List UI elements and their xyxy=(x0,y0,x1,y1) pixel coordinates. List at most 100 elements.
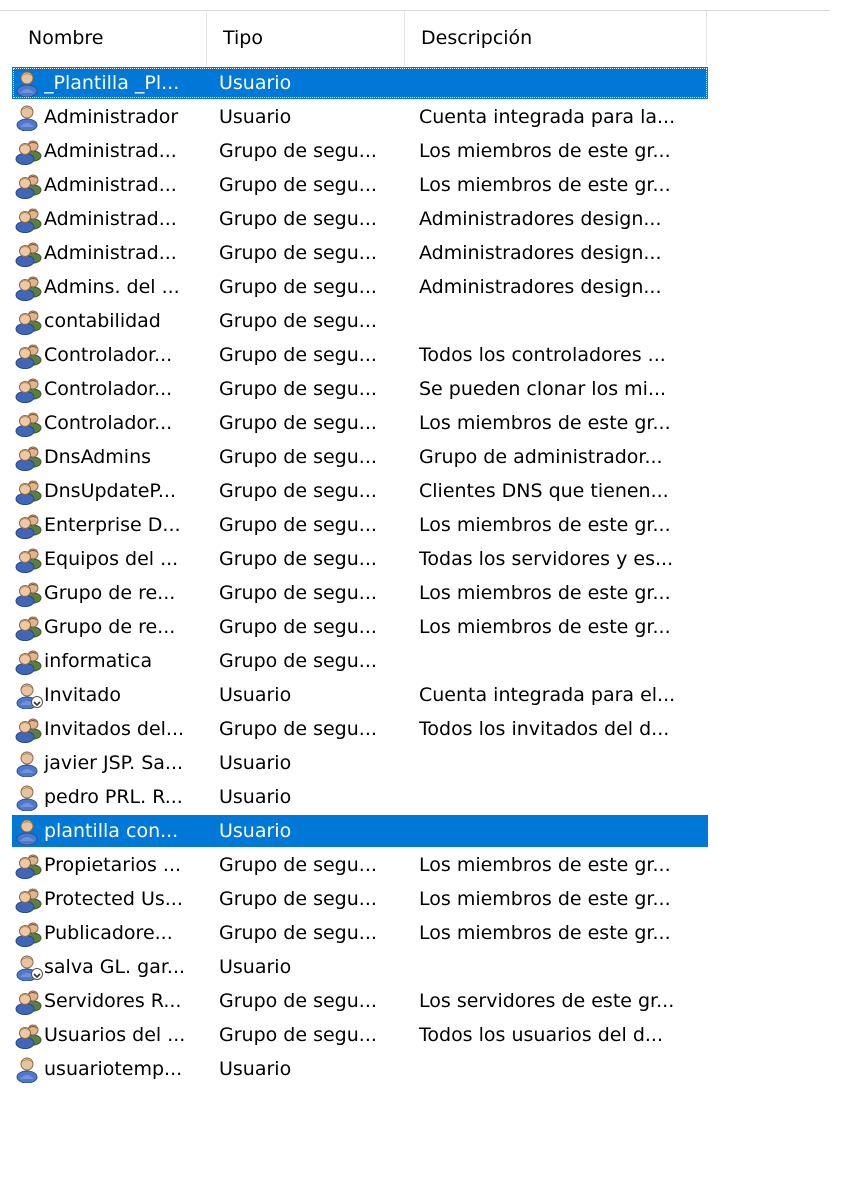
table-row[interactable]: Equipos del ... Grupo de segu... Todas los… xyxy=(0,542,852,576)
group-icon xyxy=(14,239,44,267)
table-row[interactable]: informatica Grupo de segu... xyxy=(0,644,852,678)
table-row[interactable]: Administrad... Grupo de segu... Administra… xyxy=(0,202,852,236)
group-icon xyxy=(14,273,44,301)
cell-description: Los miembros de este gr... xyxy=(419,582,671,604)
user-icon xyxy=(14,103,44,132)
table-row[interactable]: Admins. del ... Grupo de segu... Administr… xyxy=(0,270,852,304)
table-row[interactable]: Administrador Usuario Cuenta integrada par… xyxy=(0,100,852,134)
cell-name: contabilidad xyxy=(44,310,161,332)
cell-type: Grupo de segu... xyxy=(219,310,377,332)
cell-name: Equipos del ... xyxy=(44,548,179,570)
cell-name: pedro PRL. R... xyxy=(44,786,183,808)
cell-type: Grupo de segu... xyxy=(219,650,377,672)
group-icon xyxy=(14,409,44,437)
column-header-description[interactable]: Descripción xyxy=(405,11,707,66)
cell-description: Todos los controladores ... xyxy=(419,344,666,366)
table-row[interactable]: _Plantilla _Pl... Usuario xyxy=(0,66,852,100)
table-row[interactable]: DnsUpdateP... Grupo de segu... Clientes DN… xyxy=(0,474,852,508)
user-icon xyxy=(14,1055,44,1084)
cell-description: Todas los servidores y es... xyxy=(419,548,674,570)
cell-description: Los miembros de este gr... xyxy=(419,412,671,434)
cell-description xyxy=(419,1052,709,1086)
cell-description: Los miembros de este gr... xyxy=(419,140,671,162)
list-header: Nombre Tipo Descripción xyxy=(0,11,710,66)
table-row[interactable]: Controlador... Grupo de segu... Los miembr… xyxy=(0,406,852,440)
cell-type: Grupo de segu... xyxy=(219,1024,377,1046)
cell-type: Grupo de segu... xyxy=(219,922,377,944)
cell-type: Usuario xyxy=(219,956,292,978)
cell-description: Administradores design... xyxy=(419,242,662,264)
group-icon xyxy=(14,919,44,947)
cell-description: Todos los invitados del d... xyxy=(419,718,670,740)
table-row[interactable]: pedro PRL. R... Usuario xyxy=(0,780,852,814)
table-row[interactable]: Administrad... Grupo de segu... Administra… xyxy=(0,236,852,270)
column-header-name[interactable]: Nombre xyxy=(12,11,207,66)
group-icon xyxy=(14,647,44,675)
table-row[interactable]: Grupo de re... Grupo de segu... Los miembr… xyxy=(0,610,852,644)
cell-description: Grupo de administrador... xyxy=(419,446,663,468)
cell-type: Grupo de segu... xyxy=(219,140,377,162)
table-row[interactable]: Enterprise D... Grupo de segu... Los miemb… xyxy=(0,508,852,542)
group-icon xyxy=(14,205,44,233)
cell-type: Grupo de segu... xyxy=(219,174,377,196)
cell-type: Grupo de segu... xyxy=(219,888,377,910)
table-row[interactable]: Grupo de re... Grupo de segu... Los miembr… xyxy=(0,576,852,610)
cell-type: Usuario xyxy=(219,820,292,842)
cell-description xyxy=(419,644,709,678)
cell-name: usuariotemp... xyxy=(44,1058,183,1080)
cell-name: javier JSP. Sa... xyxy=(44,752,184,774)
group-icon xyxy=(14,885,44,913)
table-row[interactable]: Protected Us... Grupo de segu... Los miemb… xyxy=(0,882,852,916)
table-row[interactable]: salva GL. gar... Usuario xyxy=(0,950,852,984)
table-row[interactable]: Invitado Usuario Cuenta integrada para el.… xyxy=(0,678,852,712)
table-row[interactable]: DnsAdmins Grupo de segu... Grupo de admini… xyxy=(0,440,852,474)
table-row[interactable]: Controlador... Grupo de segu... Se pueden … xyxy=(0,372,852,406)
table-row[interactable]: Servidores R... Grupo de segu... Los servi… xyxy=(0,984,852,1018)
cell-name: Protected Us... xyxy=(44,888,183,910)
cell-description xyxy=(419,746,709,780)
cell-name: plantilla con... xyxy=(44,820,179,842)
table-row[interactable]: contabilidad Grupo de segu... xyxy=(0,304,852,338)
group-icon xyxy=(14,341,44,369)
object-list-view[interactable]: Nombre Tipo Descripción _Plantilla _Pl..… xyxy=(0,0,852,1198)
cell-description: Clientes DNS que tienen... xyxy=(419,480,669,502)
group-icon xyxy=(14,1021,44,1049)
group-icon xyxy=(14,477,44,505)
cell-name: Controlador... xyxy=(44,412,173,434)
table-row[interactable]: Administrad... Grupo de segu... Los miembr… xyxy=(0,134,852,168)
group-icon xyxy=(14,511,44,539)
user-icon xyxy=(14,783,44,812)
table-row[interactable]: plantilla con... Usuario xyxy=(0,814,852,848)
user-icon xyxy=(14,749,44,778)
cell-description: Todos los usuarios del d... xyxy=(419,1024,663,1046)
table-row[interactable]: Controlador... Grupo de segu... Todos los … xyxy=(0,338,852,372)
cell-type: Grupo de segu... xyxy=(219,514,377,536)
cell-description xyxy=(419,304,709,338)
table-row[interactable]: Invitados del... Grupo de segu... Todos lo… xyxy=(0,712,852,746)
table-row[interactable]: Publicadore... Grupo de segu... Los miembr… xyxy=(0,916,852,950)
cell-name: Administrad... xyxy=(44,174,177,196)
group-icon xyxy=(14,443,44,471)
cell-type: Grupo de segu... xyxy=(219,276,377,298)
table-row[interactable]: Administrad... Grupo de segu... Los miembr… xyxy=(0,168,852,202)
cell-name: Administrad... xyxy=(44,140,177,162)
cell-type: Usuario xyxy=(219,684,292,706)
cell-type: Grupo de segu... xyxy=(219,480,377,502)
cell-type: Usuario xyxy=(219,72,292,94)
table-row[interactable]: usuariotemp... Usuario xyxy=(0,1052,852,1086)
column-header-type[interactable]: Tipo xyxy=(207,11,405,66)
cell-type: Grupo de segu... xyxy=(219,582,377,604)
cell-type: Grupo de segu... xyxy=(219,990,377,1012)
table-row[interactable]: Propietarios ... Grupo de segu... Los miem… xyxy=(0,848,852,882)
group-icon xyxy=(14,171,44,199)
table-row[interactable]: javier JSP. Sa... Usuario xyxy=(0,746,852,780)
cell-name: DnsUpdateP... xyxy=(44,480,176,502)
table-row[interactable]: Usuarios del ... Grupo de segu... Todos lo… xyxy=(0,1018,852,1052)
cell-type: Grupo de segu... xyxy=(219,616,377,638)
cell-description: Los miembros de este gr... xyxy=(419,854,671,876)
cell-description: Los miembros de este gr... xyxy=(419,514,671,536)
cell-name: Propietarios ... xyxy=(44,854,182,876)
cell-description: Cuenta integrada para el... xyxy=(419,684,676,706)
cell-type: Grupo de segu... xyxy=(219,718,377,740)
cell-type: Usuario xyxy=(219,1058,292,1080)
